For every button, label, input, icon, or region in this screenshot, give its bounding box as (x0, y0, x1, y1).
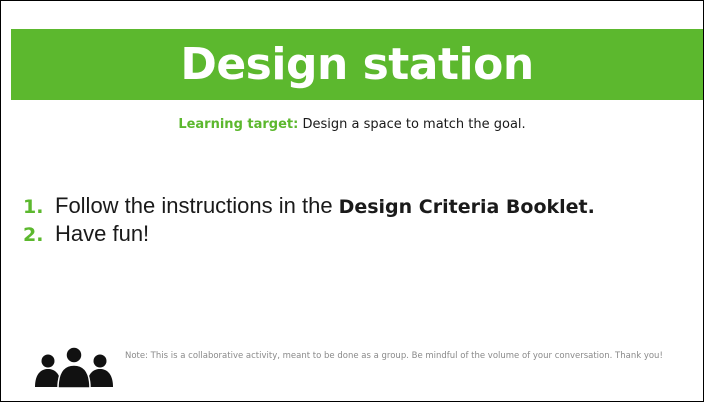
title-banner: Design station (11, 29, 703, 100)
page-title: Design station (180, 39, 534, 90)
learning-target: Learning target: Design a space to match… (1, 117, 703, 132)
list-item-number: 2. (23, 224, 44, 246)
list-item: 2. Have fun! (23, 221, 595, 249)
learning-target-label: Learning target: (178, 117, 299, 132)
note-text: Note: This is a collaborative activity, … (125, 351, 663, 361)
list-item: 1. Follow the instructions in the Design… (23, 193, 595, 221)
list-item-bold-text: Design Criteria Booklet. (338, 196, 595, 218)
list-item-text: Have fun! (55, 221, 150, 246)
list-item-number: 1. (23, 196, 44, 218)
group-icon (35, 346, 113, 388)
footer-note: Note: This is a collaborative activity, … (31, 344, 701, 388)
instruction-list: 1. Follow the instructions in the Design… (23, 193, 595, 249)
list-item-text: Follow the instructions in the (55, 193, 333, 218)
learning-target-text: Design a space to match the goal. (298, 117, 526, 132)
slide: Design station Learning target: Design a… (0, 0, 704, 402)
